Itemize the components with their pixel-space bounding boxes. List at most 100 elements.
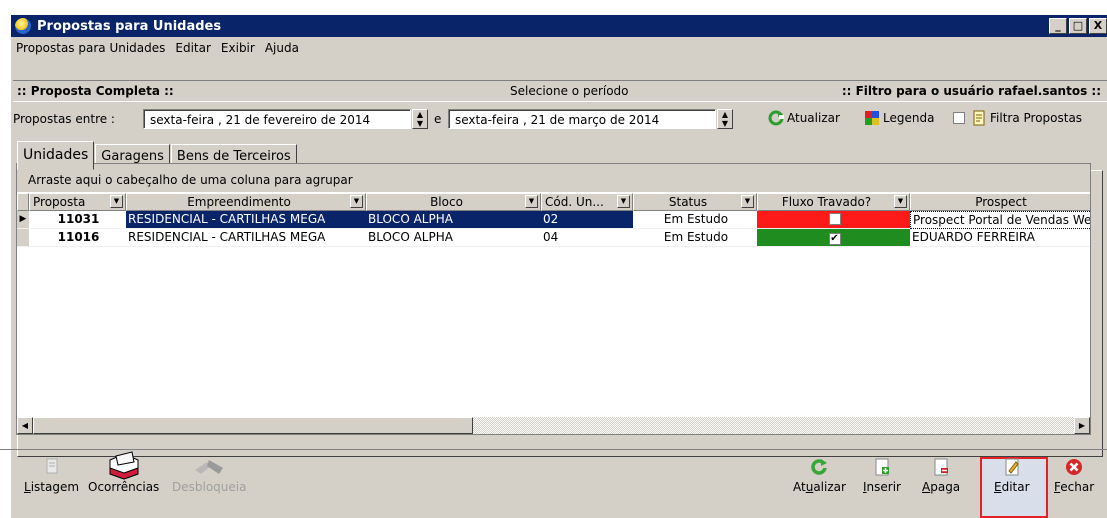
close-window-button[interactable]: X [1089,18,1107,34]
column-header-proposta[interactable]: Proposta ▼ [29,193,126,211]
desbloqueia-label: Desbloqueia [172,480,247,494]
end-date-spinner[interactable]: ▲ ▼ [717,109,733,129]
chevron-down-icon[interactable]: ▼ [525,195,538,208]
column-header-fluxo-travado[interactable]: Fluxo Travado? ▼ [757,193,910,211]
delete-document-icon [934,458,949,476]
current-row-arrow-icon: ▶ [17,211,29,229]
section-header: :: Proposta Completa :: Selecione o perí… [13,80,1107,102]
close-icon [1066,459,1083,475]
refresh-icon [811,459,829,475]
cell-status[interactable]: Em Estudo [633,211,757,229]
column-header-prospect[interactable]: Prospect [910,193,1090,211]
column-label-fluxo-travado: Fluxo Travado? [781,195,872,209]
chevron-down-icon[interactable]: ▼ [617,195,630,208]
period-header-title: Selecione o período [510,84,629,98]
start-date-spinner[interactable]: ▲ ▼ [412,109,428,129]
cell-bloco[interactable]: BLOCO ALPHA [366,211,541,229]
filter-proposals-label: Filtra Propostas [990,111,1083,125]
group-by-area[interactable]: Arraste aqui o cabeçalho de uma coluna p… [17,164,1090,192]
chevron-down-icon[interactable]: ▼ [894,195,907,208]
column-label-proposta: Proposta [33,195,86,209]
cell-fluxo-travado[interactable] [757,211,910,229]
inserir-button[interactable]: Inserir [863,458,901,494]
filter-document-icon [973,110,985,126]
app-icon [15,18,31,34]
start-date-value: sexta-feira , 21 de fevereiro de 2014 [150,113,371,127]
cell-proposta[interactable]: 11031 [29,211,126,229]
ocorrencias-icon [109,451,139,480]
menu-editar[interactable]: Editar [170,41,216,55]
listagem-icon [46,458,58,474]
atualizar-label: Atualizar [793,480,846,494]
minimize-button[interactable]: _ [1049,18,1067,34]
cell-proposta[interactable]: 11016 [29,229,126,247]
refresh-period-label: Atualizar [787,111,840,125]
column-header-empreendimento[interactable]: Empreendimento ▼ [126,193,366,211]
apaga-button[interactable]: Apaga [922,458,960,494]
column-label-cod-unidade: Cód. Un... [545,195,604,209]
listagem-button[interactable]: Listagem [24,458,79,494]
inserir-label: Inserir [863,480,901,494]
column-label-prospect: Prospect [975,195,1027,209]
user-filter-title: :: Filtro para o usuário rafael.santos :… [841,84,1101,98]
cell-empreendimento[interactable]: RESIDENCIAL - CARTILHAS MEGA [126,211,366,229]
group-by-hint: Arraste aqui o cabeçalho de uma coluna p… [28,173,353,187]
desbloqueia-button[interactable]: Desbloqueia [172,458,246,494]
title-bar[interactable]: Propostas para Unidades _ □ X [11,15,1107,37]
tab-unidades[interactable]: Unidades [17,141,95,170]
scroll-left-arrow-icon[interactable]: ◀ [17,417,33,434]
horizontal-scrollbar[interactable]: ◀ ▶ [17,417,1090,434]
cell-status[interactable]: Em Estudo [633,229,757,247]
cell-empreendimento[interactable]: RESIDENCIAL - CARTILHAS MEGA [126,229,366,247]
fechar-label: Fechar [1054,480,1095,494]
start-date-field[interactable]: sexta-feira , 21 de fevereiro de 2014 [143,109,411,129]
cell-fluxo-travado[interactable]: ✔ [757,229,910,247]
legend-icon [865,111,879,125]
column-header-cod-unidade[interactable]: Cód. Un... ▼ [541,193,633,211]
legend-button[interactable]: Legenda [864,110,934,126]
end-date-value: sexta-feira , 21 de março de 2014 [455,113,660,127]
cell-prospect[interactable]: Prospect Portal de Vendas Web [910,211,1090,229]
menu-ajuda[interactable]: Ajuda [260,41,304,55]
fluxo-travado-checkbox[interactable]: ✔ [828,233,841,245]
end-date-field[interactable]: sexta-feira , 21 de março de 2014 [448,109,716,129]
insert-document-icon [875,458,889,476]
filter-proposals-checkbox[interactable] [953,112,965,124]
scroll-right-arrow-icon[interactable]: ▶ [1074,417,1090,434]
proposal-header-title: :: Proposta Completa :: [17,84,174,98]
proposals-grid: Arraste aqui o cabeçalho de uma coluna p… [16,163,1091,435]
editar-label: Editar [994,480,1030,494]
column-header-bloco[interactable]: Bloco ▼ [366,193,541,211]
fechar-button[interactable]: Fechar [1054,458,1094,494]
scrollbar-thumb[interactable] [33,417,473,434]
chevron-down-icon[interactable]: ▼ [110,195,123,208]
window-controls: _ □ X [1047,18,1107,34]
maximize-button[interactable]: □ [1069,18,1087,34]
fluxo-travado-checkbox[interactable] [828,213,841,225]
edit-document-icon [1005,458,1019,476]
window-title: Propostas para Unidades [37,18,222,34]
period-label: Propostas entre : [13,112,115,126]
legend-label: Legenda [883,111,935,125]
cell-prospect[interactable]: EDUARDO FERREIRA [910,229,1090,247]
cell-cod-unidade[interactable]: 04 [541,229,633,247]
menu-propostas[interactable]: Propostas para Unidades [11,41,170,55]
column-label-status: Status [668,195,708,209]
period-joiner: e [434,112,442,126]
refresh-icon [768,110,784,126]
cell-cod-unidade[interactable]: 02 [541,211,633,229]
menu-exibir[interactable]: Exibir [216,41,260,55]
ocorrencias-button[interactable]: Ocorrências [88,450,159,494]
column-header-status[interactable]: Status ▼ [633,193,757,211]
chevron-down-icon[interactable]: ▼ [741,195,754,208]
menu-bar: Propostas para Unidades Editar Exibir Aj… [11,38,1107,58]
chevron-down-icon[interactable]: ▼ [350,195,363,208]
refresh-period-button[interactable]: Atualizar [768,110,840,126]
desbloqueia-icon [195,460,224,474]
atualizar-button[interactable]: Atualizar [793,458,846,494]
editar-button[interactable]: Editar [994,458,1030,494]
row-indicator-header [17,193,29,211]
column-label-empreendimento: Empreendimento [187,195,291,209]
cell-bloco[interactable]: BLOCO ALPHA [366,229,541,247]
filter-proposals-toggle[interactable]: Filtra Propostas [953,110,1082,126]
